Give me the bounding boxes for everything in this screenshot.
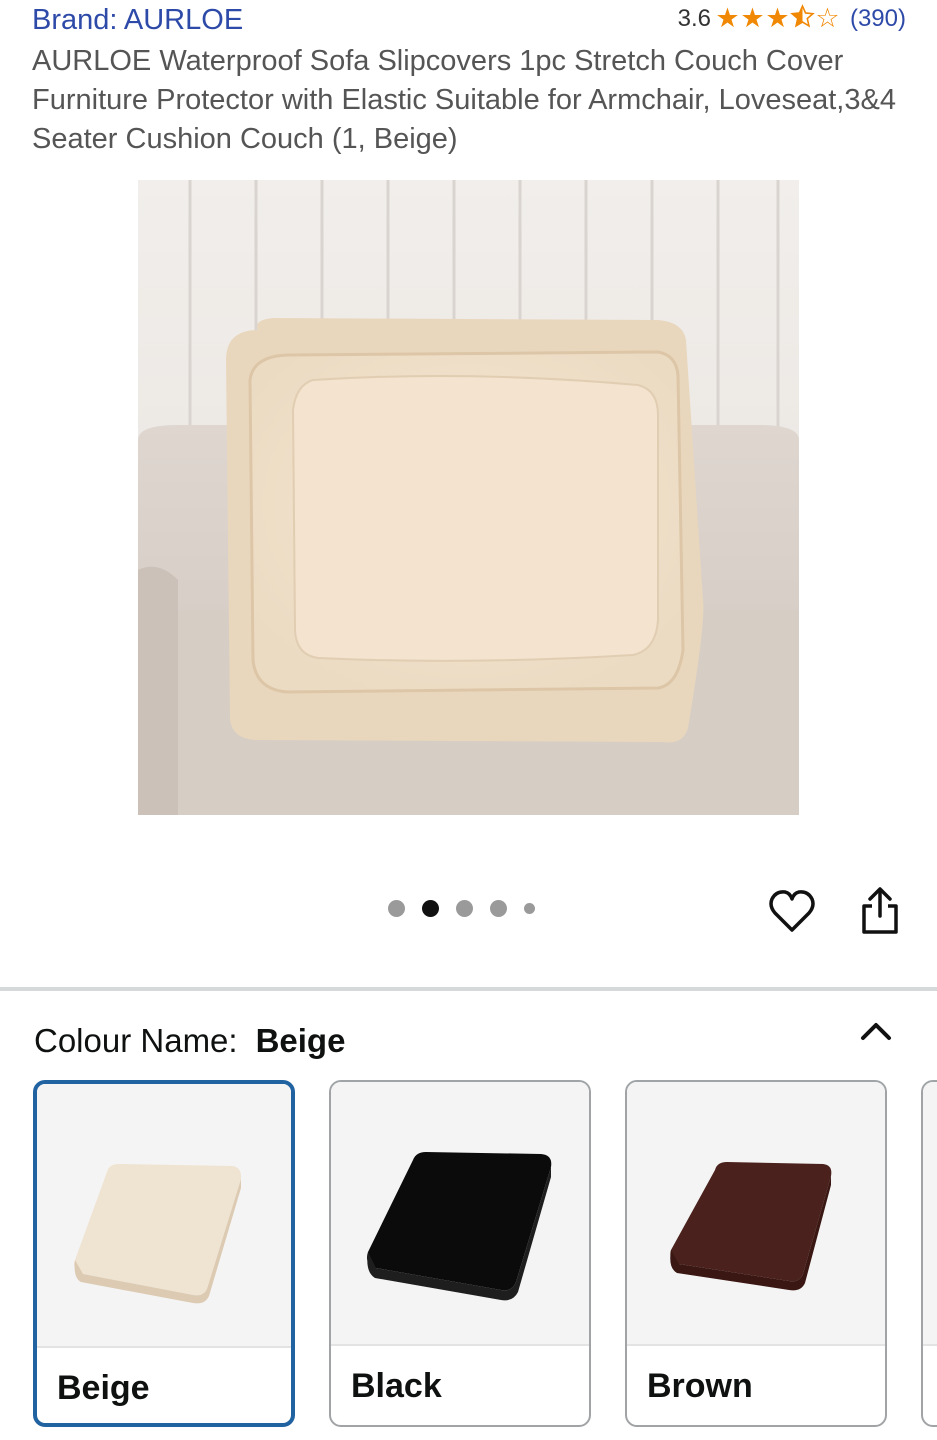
wishlist-button[interactable] — [768, 888, 816, 934]
swatch-next-partial[interactable] — [921, 1080, 937, 1427]
swatch-image — [923, 1082, 937, 1344]
colour-swatch-list: Beige Black Brown — [33, 1080, 937, 1430]
star-full-icon: ★ — [740, 3, 765, 33]
carousel-dot[interactable] — [456, 900, 473, 917]
swatch-label: Black — [351, 1367, 442, 1405]
carousel-dot[interactable] — [524, 903, 535, 914]
swatch-separator — [331, 1344, 589, 1346]
product-title: AURLOE Waterproof Sofa Slipcovers 1pc St… — [32, 45, 896, 155]
swatch-image — [331, 1082, 589, 1344]
swatch-image — [627, 1082, 885, 1344]
brand-link[interactable]: Brand: AURLOE — [32, 4, 243, 37]
star-full-icon: ★ — [715, 3, 740, 33]
swatch-separator — [37, 1346, 291, 1348]
swatch-label: Beige — [57, 1369, 150, 1407]
swatch-separator — [923, 1344, 937, 1346]
rating-value: 3.6 — [677, 5, 711, 32]
carousel-dot[interactable] — [490, 900, 507, 917]
chevron-up-icon — [861, 1023, 891, 1040]
swatch-brown[interactable]: Brown — [625, 1080, 887, 1427]
collapse-variations-button[interactable] — [858, 1016, 894, 1046]
swatch-label: Brown — [647, 1367, 753, 1405]
rating-count[interactable]: (390) — [850, 5, 906, 33]
carousel-dot-active[interactable] — [422, 900, 439, 917]
heart-outline-icon — [769, 890, 815, 932]
star-rating: ★ ★ ★ ☆ — [715, 4, 840, 34]
swatch-separator — [627, 1344, 885, 1346]
carousel-dot[interactable] — [388, 900, 405, 917]
header-row: Brand: AURLOE 3.6 ★ ★ ★ ☆ (390) — [32, 4, 906, 38]
colour-name-heading: Colour Name: Beige — [34, 1022, 345, 1060]
star-half-icon — [790, 4, 815, 34]
colour-name-label: Colour Name: — [34, 1022, 238, 1059]
rating-summary[interactable]: 3.6 ★ ★ ★ ☆ (390) — [678, 4, 906, 34]
star-empty-icon: ☆ — [815, 3, 840, 33]
share-icon — [862, 887, 898, 934]
swatch-image — [37, 1084, 291, 1346]
share-button[interactable] — [858, 886, 902, 936]
product-main-image[interactable] — [138, 180, 799, 815]
section-divider — [0, 987, 937, 991]
swatch-black[interactable]: Black — [329, 1080, 591, 1427]
carousel-indicators — [388, 900, 535, 917]
star-full-icon: ★ — [765, 3, 790, 33]
swatch-beige[interactable]: Beige — [33, 1080, 295, 1427]
colour-name-value: Beige — [255, 1022, 346, 1059]
